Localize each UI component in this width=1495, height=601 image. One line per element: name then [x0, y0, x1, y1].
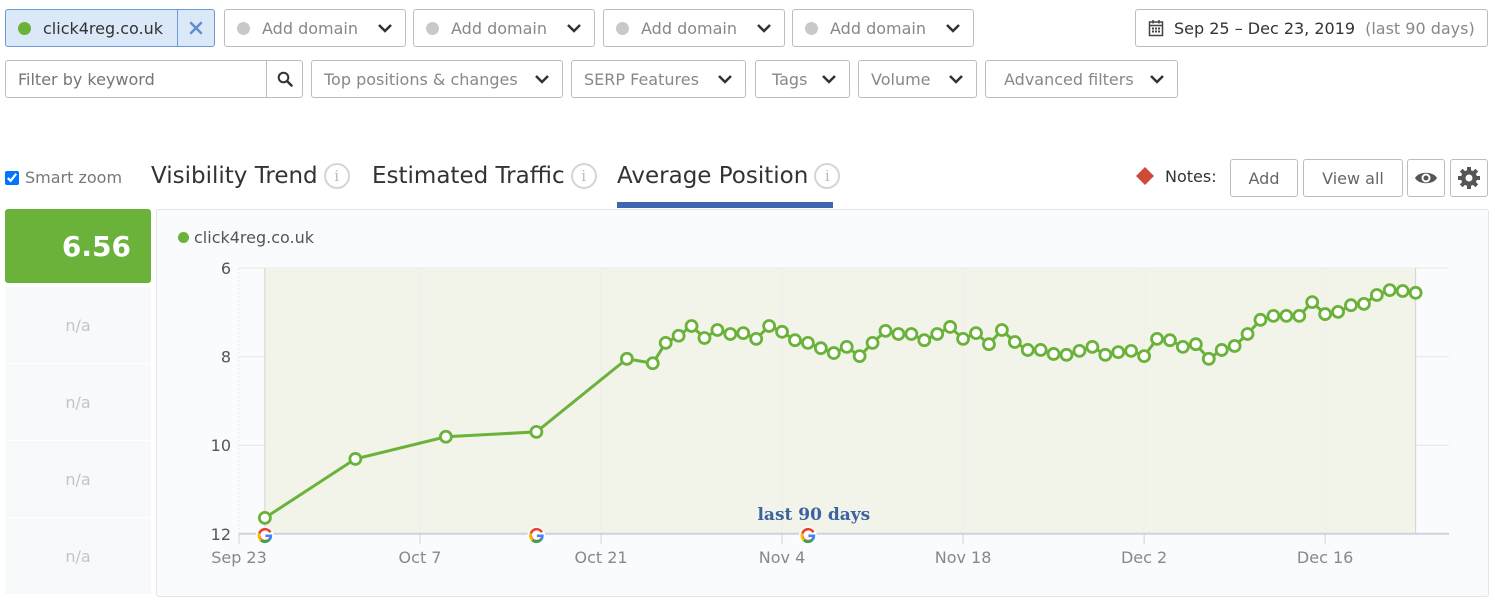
data-point: [994, 323, 1009, 337]
google-update-icon: [255, 526, 274, 545]
x-tick-label: Nov 4: [759, 548, 806, 567]
data-point: [852, 349, 867, 364]
y-axis: 6 8 10 12: [211, 259, 231, 544]
y-tick-label: 12: [211, 525, 231, 544]
x-tick-label: Dec 2: [1121, 548, 1167, 567]
data-point: [257, 510, 272, 525]
data-point: [1188, 337, 1203, 352]
data-point: [1382, 283, 1397, 298]
x-axis: Sep 23 Oct 7 Oct 21 Nov 4 Nov 18 Dec 2 Dec 16: [211, 532, 1449, 567]
data-point: [801, 335, 815, 350]
data-point: [813, 341, 828, 356]
data-point: [1124, 343, 1139, 358]
data-point: [620, 351, 634, 366]
x-tick-label: Oct 7: [399, 548, 442, 567]
data-point: [1305, 295, 1320, 310]
data-point: [1007, 335, 1022, 349]
y-tick-label: 6: [221, 259, 231, 278]
data-point: [775, 324, 789, 339]
range-band: [264, 268, 1416, 534]
data-point: [762, 319, 777, 333]
data-point: [1357, 296, 1371, 311]
data-point: [736, 326, 751, 341]
data-point: [749, 331, 764, 346]
range-band-label: last 90 days: [757, 505, 870, 525]
data-point: [658, 335, 673, 350]
data-point: [969, 326, 983, 341]
data-point: [1266, 308, 1281, 323]
data-point: [1085, 339, 1100, 354]
data-point: [1292, 308, 1307, 323]
average-position-chart: 6 8 10 12 Sep 23 Oct 7 Oct 21 Nov 4 Nov 18 Dec 2…: [211, 259, 1449, 567]
google-update-icon: [527, 526, 546, 545]
data-point: [1046, 347, 1061, 361]
x-tick-label: Dec 16: [1297, 548, 1353, 567]
data-point: [348, 452, 363, 466]
x-tick-label: Sep 23: [211, 548, 267, 567]
data-point: [878, 324, 893, 338]
data-point: [438, 429, 453, 444]
y-tick-label: 10: [211, 436, 231, 455]
data-point: [1111, 345, 1126, 360]
x-tick-label: Nov 18: [935, 548, 992, 567]
data-point: [1137, 349, 1151, 364]
data-point: [1059, 347, 1074, 362]
data-point: [891, 327, 906, 341]
data-point: [1201, 351, 1216, 366]
data-point: [943, 320, 958, 334]
data-point: [1214, 343, 1229, 357]
data-point: [1072, 343, 1087, 358]
y-tick-label: 8: [221, 348, 231, 367]
data-point: [1331, 304, 1345, 319]
data-point: [788, 333, 802, 348]
data-point: [1369, 288, 1384, 302]
data-point: [697, 331, 712, 345]
data-point: [930, 327, 945, 341]
data-point: [1227, 339, 1242, 353]
data-point: [1344, 298, 1358, 313]
data-point: [529, 425, 544, 439]
data-point: [1163, 333, 1177, 348]
data-point: [1240, 327, 1255, 341]
data-point: [839, 339, 854, 354]
data-point: [671, 328, 686, 343]
google-update-icon: [798, 526, 817, 545]
data-point: [917, 333, 932, 348]
data-point: [1253, 312, 1268, 327]
data-point: [710, 323, 725, 337]
x-tick-label: Oct 21: [574, 548, 627, 567]
data-point: [1150, 331, 1164, 346]
data-point: [723, 327, 738, 341]
data-point: [1098, 347, 1113, 362]
data-point: [904, 327, 919, 341]
data-point: [1175, 339, 1190, 354]
data-point: [1020, 343, 1035, 357]
data-point: [826, 346, 841, 360]
data-point: [1033, 343, 1048, 357]
data-point: [1279, 308, 1294, 323]
data-point: [684, 319, 699, 333]
data-point: [956, 331, 970, 346]
data-point: [1395, 284, 1410, 298]
data-point: [982, 337, 996, 352]
data-point: [1318, 307, 1333, 321]
data-point: [1408, 285, 1423, 300]
data-point: [865, 335, 880, 350]
data-point: [645, 356, 660, 371]
